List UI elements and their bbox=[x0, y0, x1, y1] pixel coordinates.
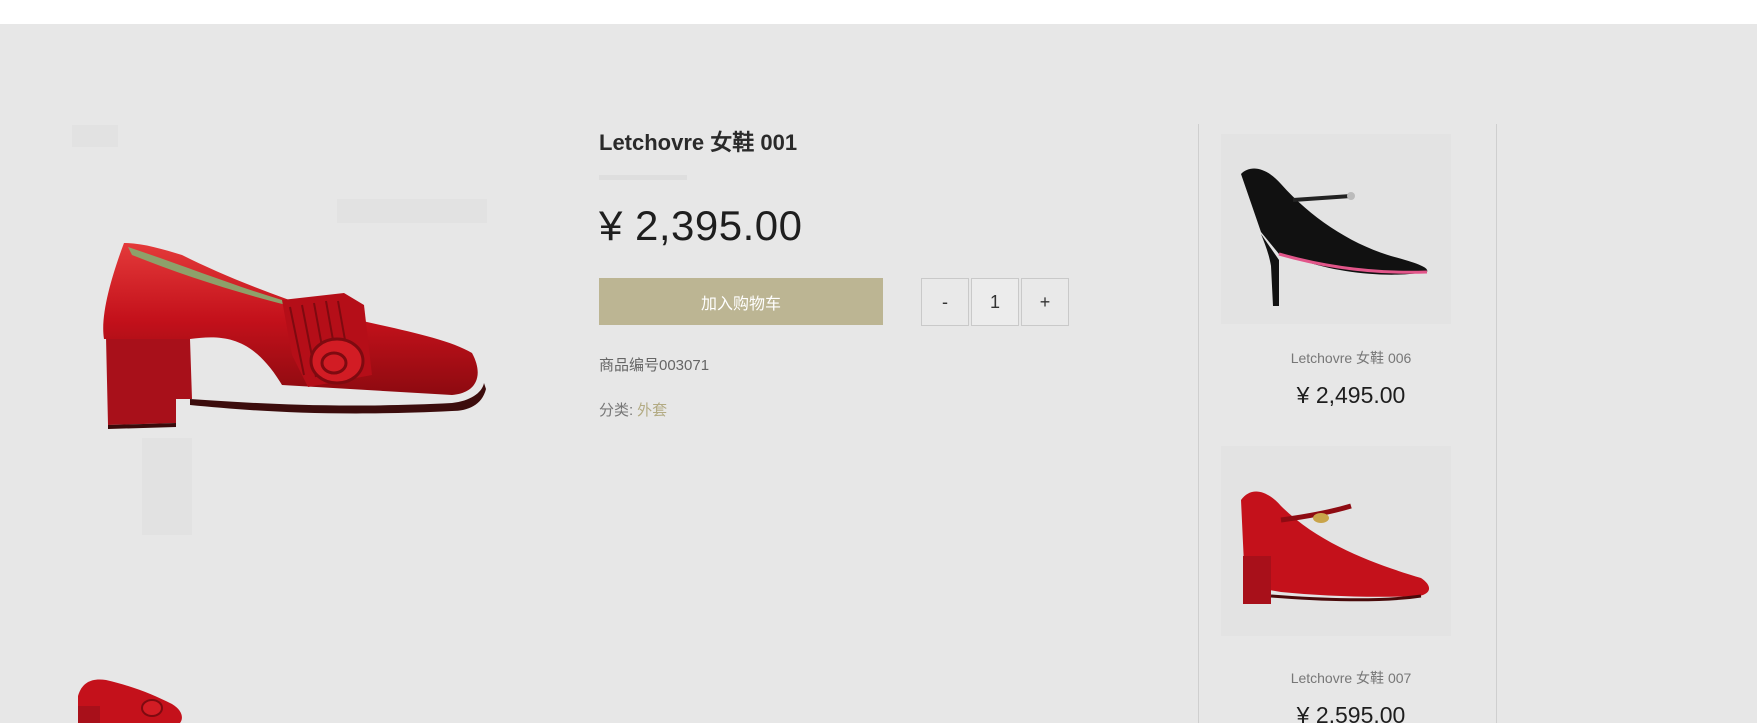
quantity-stepper: - 1 + bbox=[921, 278, 1071, 327]
product-thumbnail[interactable] bbox=[72, 664, 192, 723]
title-divider bbox=[599, 175, 687, 180]
related-product-price: ¥ 2,495.00 bbox=[1296, 382, 1406, 408]
red-loafer-icon bbox=[103, 243, 486, 429]
product-page: Letchovre 女鞋 001 ¥ 2,395.00 加入购物车 - 1 + … bbox=[0, 24, 1757, 723]
related-product-name[interactable]: Letchovre 女鞋 007 bbox=[1221, 668, 1481, 688]
category-label: 分类: bbox=[599, 402, 634, 419]
product-title: Letchovre 女鞋 001 bbox=[599, 130, 798, 155]
related-product-price: ¥ 2,595.00 bbox=[1296, 702, 1406, 723]
related-product-card[interactable]: Letchovre 女鞋 006 ¥ 2,495.00 bbox=[1221, 134, 1451, 464]
product-category: 分类: 外套 bbox=[599, 399, 667, 420]
product-sku: 商品编号003071 bbox=[599, 357, 710, 374]
category-link[interactable]: 外套 bbox=[637, 402, 667, 419]
top-bar bbox=[0, 0, 1757, 24]
related-product-name[interactable]: Letchovre 女鞋 006 bbox=[1221, 348, 1481, 368]
black-lace-heel-icon bbox=[1241, 168, 1428, 306]
quantity-decrement-button[interactable]: - bbox=[921, 278, 969, 326]
quantity-input[interactable]: 1 bbox=[971, 278, 1019, 326]
main-product-image[interactable] bbox=[72, 125, 496, 565]
related-product-image[interactable] bbox=[1221, 446, 1451, 636]
red-loafer-thumbnail-icon bbox=[78, 679, 182, 723]
related-product-card[interactable]: Letchovre 女鞋 007 ¥ 2,595.00 bbox=[1221, 446, 1451, 723]
sidebar-divider-left bbox=[1198, 124, 1199, 723]
quantity-increment-button[interactable]: + bbox=[1021, 278, 1069, 326]
sidebar-divider-right bbox=[1496, 124, 1497, 723]
red-mary-jane-icon bbox=[1241, 491, 1430, 604]
related-product-image[interactable] bbox=[1221, 134, 1451, 324]
product-price: ¥ 2,395.00 bbox=[599, 202, 803, 249]
add-to-cart-button[interactable]: 加入购物车 bbox=[599, 278, 883, 325]
